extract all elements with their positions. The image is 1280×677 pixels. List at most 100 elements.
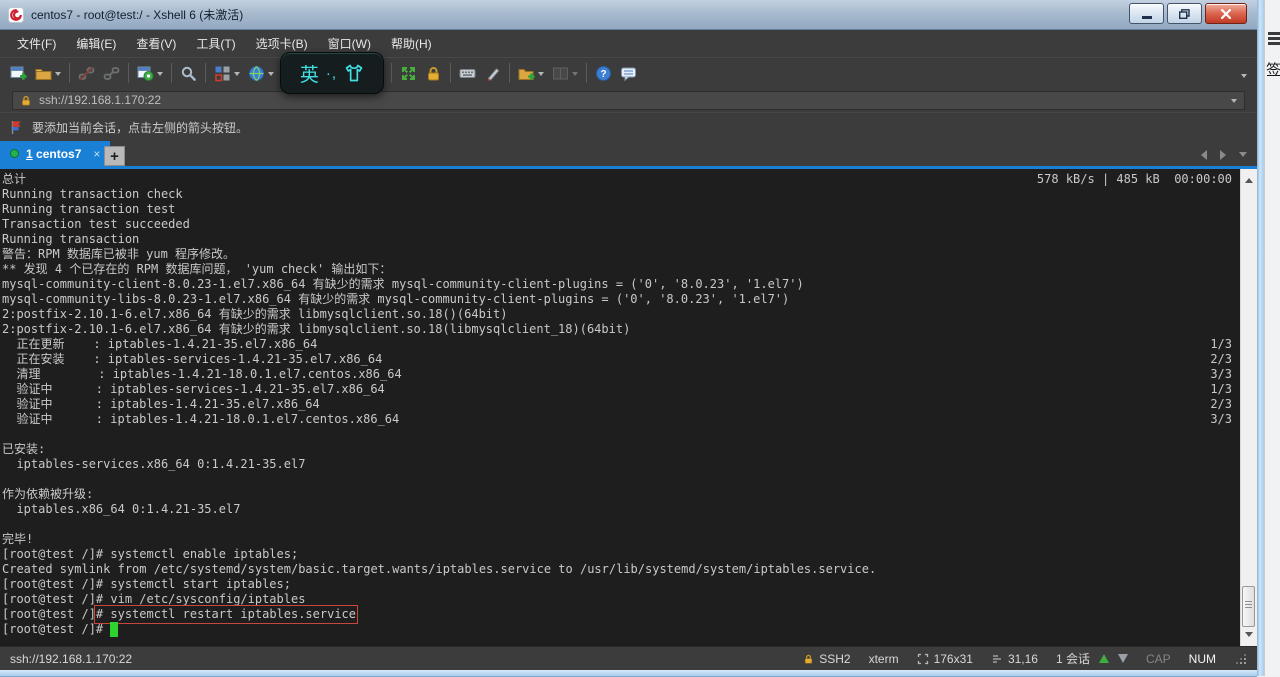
arrange-windows-button[interactable] <box>210 60 244 86</box>
disconnect-button[interactable] <box>74 60 99 86</box>
close-button[interactable] <box>1205 3 1247 24</box>
terminal-line: Running transaction check <box>2 187 1236 202</box>
window-right-border <box>1257 0 1264 676</box>
tab-scroll-right-button[interactable] <box>1220 150 1226 160</box>
layout-button[interactable] <box>548 60 582 86</box>
scroll-to-bottom-button[interactable] <box>1118 654 1128 663</box>
globe-icon <box>248 65 265 82</box>
ime-mode-indicator[interactable]: 英 <box>300 60 319 87</box>
status-bar: ssh://192.168.1.170:22 SSH2 xterm 176x31… <box>0 646 1257 670</box>
status-address: ssh://192.168.1.170:22 <box>10 652 132 666</box>
new-file-button[interactable] <box>514 60 548 86</box>
menu-tools[interactable]: 工具(T) <box>187 31 244 56</box>
highlight-button[interactable] <box>480 60 505 86</box>
status-protocol: SSH2 <box>803 652 850 666</box>
tab-bar: 1 centos7 × + <box>0 141 1257 169</box>
ime-skin-icon[interactable] <box>344 63 364 83</box>
menu-file[interactable]: 文件(F) <box>8 31 65 56</box>
status-cursor-position: 31,16 <box>991 652 1038 666</box>
minimize-icon <box>1142 16 1152 19</box>
terminal-line: 总计578 kB/s | 485 kB 00:00:00 <box>2 172 1236 187</box>
desktop-sliver: 签 <box>1264 0 1280 676</box>
terminal-line: Transaction test succeeded <box>2 217 1236 232</box>
toolbar-separator <box>205 63 206 83</box>
keyboard-icon <box>459 65 476 82</box>
desktop-edge: 签 <box>1257 0 1280 676</box>
open-session-button[interactable] <box>31 60 65 86</box>
minimize-button[interactable] <box>1129 3 1164 24</box>
restore-button[interactable] <box>1167 3 1202 24</box>
terminal-line <box>2 427 1236 442</box>
toolbar-separator <box>128 63 129 83</box>
restore-icon <box>1179 9 1190 19</box>
lock-screen-button[interactable] <box>421 60 446 86</box>
web-browser-button[interactable] <box>244 60 278 86</box>
virtual-keyboard-button[interactable] <box>455 60 480 86</box>
help-button[interactable]: ? <box>591 60 616 86</box>
terminal-line: 验证中 : iptables-services-1.4.21-35.el7.x8… <box>2 382 1236 397</box>
window-title: centos7 - root@test:/ - Xshell 6 (未激活) <box>31 6 243 23</box>
toolbar-separator <box>391 63 392 83</box>
terminal-line: [root@test /]# systemctl start iptables; <box>2 577 1236 592</box>
toolbar-overflow-button[interactable] <box>1241 74 1247 81</box>
full-screen-button[interactable] <box>396 60 421 86</box>
terminal-line: 正在安装 : iptables-services-1.4.21-35.el7.x… <box>2 352 1236 367</box>
scroll-to-top-button[interactable] <box>1099 654 1109 663</box>
menu-help[interactable]: 帮助(H) <box>382 31 441 56</box>
tab-close-button[interactable]: × <box>93 147 100 161</box>
terminal-line: Running transaction <box>2 232 1236 247</box>
tab-list-button[interactable] <box>1239 152 1247 161</box>
terminal-line: 正在更新 : iptables-1.4.21-35.el7.x86_641/3 <box>2 337 1236 352</box>
ime-punctuation-indicator[interactable]: ·, <box>326 65 337 82</box>
menu-view[interactable]: 查看(V) <box>127 31 185 56</box>
scroll-down-icon[interactable] <box>1245 632 1253 641</box>
feedback-button[interactable] <box>616 60 641 86</box>
address-dropdown-button[interactable] <box>1231 99 1237 106</box>
address-bar[interactable]: ssh://192.168.1.170:22 <box>12 91 1245 110</box>
terminal-line: iptables-services.x86_64 0:1.4.21-35.el7 <box>2 457 1236 472</box>
terminal-line: Created symlink from /etc/systemd/system… <box>2 562 1236 577</box>
terminal-scrollbar[interactable] <box>1240 169 1257 646</box>
terminal[interactable]: 总计578 kB/s | 485 kB 00:00:00Running tran… <box>0 169 1257 646</box>
folder-plus-icon <box>518 65 535 82</box>
status-session-count: 1 会话 <box>1056 650 1090 667</box>
scroll-up-icon[interactable] <box>1245 174 1253 183</box>
window-controls <box>1129 3 1247 24</box>
ime-popup[interactable]: 英 ·, <box>280 52 384 94</box>
terminal-line: 警告：RPM 数据库已被非 yum 程序修改。 <box>2 247 1236 262</box>
terminal-line: 清理 : iptables-1.4.21-18.0.1.el7.centos.x… <box>2 367 1236 382</box>
toolbar-separator <box>450 63 451 83</box>
pen-icon <box>484 65 501 82</box>
terminal-line: 完毕! <box>2 532 1236 547</box>
find-button[interactable] <box>176 60 201 86</box>
flag-icon[interactable] <box>10 120 24 135</box>
reconnect-button[interactable] <box>99 60 124 86</box>
terminal-output: 总计578 kB/s | 485 kB 00:00:00Running tran… <box>0 169 1236 637</box>
close-icon <box>1221 9 1231 19</box>
scrollbar-thumb[interactable] <box>1242 586 1255 627</box>
session-properties-button[interactable] <box>133 60 167 86</box>
menu-bar: 文件(F) 编辑(E) 查看(V) 工具(T) 选项卡(B) 窗口(W) 帮助(… <box>0 30 1257 57</box>
resize-grip[interactable] <box>1235 653 1247 665</box>
chevron-down-icon <box>268 72 274 79</box>
tab-index: 1 <box>26 147 33 161</box>
cursor-position-icon <box>991 653 1003 665</box>
tab-centos7[interactable]: 1 centos7 × <box>0 141 110 166</box>
terminal-line: 2:postfix-2.10.1-6.el7.x86_64 有缺少的需求 lib… <box>2 307 1236 322</box>
tab-scroll-left-button[interactable] <box>1201 150 1207 160</box>
chevron-down-icon <box>55 72 61 79</box>
num-lock-indicator: NUM <box>1189 652 1216 666</box>
search-icon <box>180 65 197 82</box>
status-right: SSH2 xterm 176x31 31,16 1 会话 CAP NUM <box>794 650 1247 667</box>
xshell-logo-icon <box>8 7 24 23</box>
toolbar-separator <box>69 63 70 83</box>
tiles-icon <box>214 65 231 82</box>
terminal-line: [root@test /]# vim /etc/sysconfig/iptabl… <box>2 592 1236 607</box>
new-session-button[interactable] <box>6 60 31 86</box>
help-icon: ? <box>595 65 612 82</box>
tab-label: centos7 <box>36 147 81 161</box>
terminal-line: mysql-community-libs-8.0.23-1.el7.x86_64… <box>2 292 1236 307</box>
toolbar-separator <box>586 63 587 83</box>
new-tab-button[interactable]: + <box>104 146 125 166</box>
menu-edit[interactable]: 编辑(E) <box>67 31 125 56</box>
